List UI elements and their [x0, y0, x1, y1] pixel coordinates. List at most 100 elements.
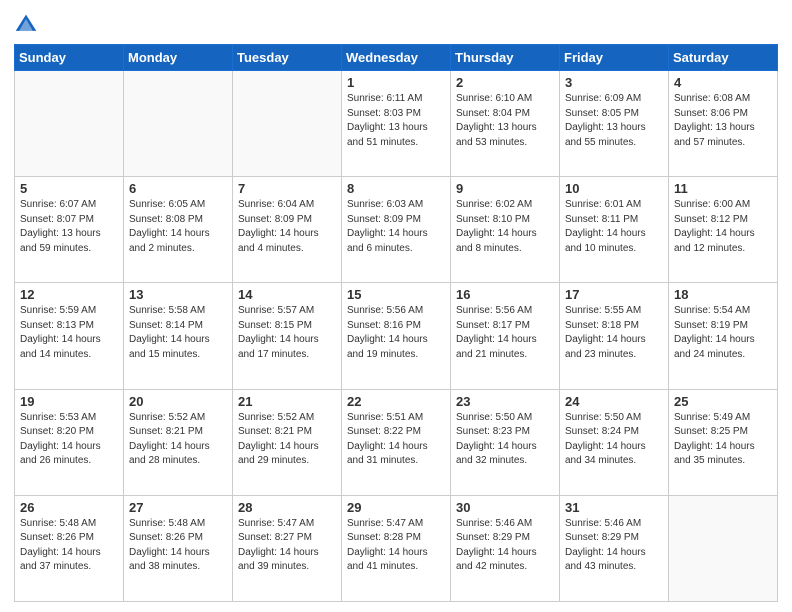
- day-info: Sunrise: 5:47 AM Sunset: 8:27 PM Dayligh…: [238, 517, 336, 575]
- day-info: Sunrise: 6:03 AM Sunset: 8:09 PM Dayligh…: [347, 198, 445, 256]
- calendar-cell: 20Sunrise: 5:52 AM Sunset: 8:21 PM Dayli…: [124, 389, 233, 495]
- calendar-cell: 3 Sunrise: 6:09 AM Sunset: 8:05 PM Daylig…: [560, 71, 669, 177]
- logo-icon: [14, 12, 38, 36]
- calendar-cell: 10 Sunrise: 6:01 AM Sunset: 8:11 PM Dayli…: [560, 177, 669, 283]
- day-number: 22: [347, 394, 445, 409]
- calendar-cell: 21 Sunrise: 5:52 AM Sunset: 8:21 PM Dayli…: [233, 389, 342, 495]
- day-number: 18: [674, 287, 772, 302]
- calendar-cell: 6 Sunrise: 6:05 AM Sunset: 8:08 PM Daylig…: [124, 177, 233, 283]
- day-info: Sunrise: 6:11 AM Sunset: 8:03 PM Dayligh…: [347, 92, 445, 150]
- day-number: 7: [238, 181, 336, 196]
- calendar-cell: [669, 495, 778, 601]
- day-number: 13: [129, 287, 227, 302]
- day-number: 3: [565, 75, 663, 90]
- calendar-cell: 25 Sunrise: 5:49 AM Sunset: 8:25 PM Dayli…: [669, 389, 778, 495]
- calendar-cell: 22 Sunrise: 5:51 AM Sunset: 8:22 PM Dayli…: [342, 389, 451, 495]
- day-number: 1: [347, 75, 445, 90]
- calendar-cell: 31 Sunrise: 5:46 AM Sunset: 8:29 PM Dayli…: [560, 495, 669, 601]
- day-info: Sunrise: 5:56 AM Sunset: 8:17 PM Dayligh…: [456, 304, 554, 362]
- calendar-cell: 19 Sunrise: 5:53 AM Sunset: 8:20 PM Dayli…: [15, 389, 124, 495]
- day-info: Sunrise: 5:54 AM Sunset: 8:19 PM Dayligh…: [674, 304, 772, 362]
- day-info: Sunrise: 6:04 AM Sunset: 8:09 PM Dayligh…: [238, 198, 336, 256]
- day-number: 11: [674, 181, 772, 196]
- calendar-cell: [15, 71, 124, 177]
- day-info: Sunrise: 6:10 AM Sunset: 8:04 PM Dayligh…: [456, 92, 554, 150]
- calendar-cell: 12Sunrise: 5:59 AM Sunset: 8:13 PM Dayli…: [15, 283, 124, 389]
- day-info: Sunrise: 6:00 AM Sunset: 8:12 PM Dayligh…: [674, 198, 772, 256]
- dow-header-thursday: Thursday: [451, 45, 560, 71]
- calendar-cell: 27 Sunrise: 5:48 AM Sunset: 8:26 PM Dayli…: [124, 495, 233, 601]
- day-info: Sunrise: 5:47 AM Sunset: 8:28 PM Dayligh…: [347, 517, 445, 575]
- calendar-cell: 2 Sunrise: 6:10 AM Sunset: 8:04 PM Daylig…: [451, 71, 560, 177]
- day-number: 5: [20, 181, 118, 196]
- day-info: Sunrise: 6:01 AM Sunset: 8:11 PM Dayligh…: [565, 198, 663, 256]
- calendar-cell: [233, 71, 342, 177]
- day-number: 15: [347, 287, 445, 302]
- day-number: 19: [20, 394, 118, 409]
- day-number: 27: [129, 500, 227, 515]
- day-number: 17: [565, 287, 663, 302]
- header: [14, 12, 778, 36]
- day-info: Sunrise: 5:51 AM Sunset: 8:22 PM Dayligh…: [347, 411, 445, 469]
- day-info: Sunrise: 6:07 AM Sunset: 8:07 PM Dayligh…: [20, 198, 118, 256]
- day-info: Sunrise: 5:50 AM Sunset: 8:23 PM Dayligh…: [456, 411, 554, 469]
- calendar-cell: 29 Sunrise: 5:47 AM Sunset: 8:28 PM Dayli…: [342, 495, 451, 601]
- day-info: Sunrise: 6:05 AM Sunset: 8:08 PM Dayligh…: [129, 198, 227, 256]
- day-info: Sunrise: 5:52 AM Sunset: 8:21 PM Dayligh…: [129, 411, 227, 469]
- day-number: 30: [456, 500, 554, 515]
- calendar-cell: 16Sunrise: 5:56 AM Sunset: 8:17 PM Dayli…: [451, 283, 560, 389]
- calendar-cell: 5 Sunrise: 6:07 AM Sunset: 8:07 PM Daylig…: [15, 177, 124, 283]
- day-info: Sunrise: 5:46 AM Sunset: 8:29 PM Dayligh…: [456, 517, 554, 575]
- day-number: 4: [674, 75, 772, 90]
- dow-header-wednesday: Wednesday: [342, 45, 451, 71]
- day-info: Sunrise: 5:49 AM Sunset: 8:25 PM Dayligh…: [674, 411, 772, 469]
- calendar-cell: 13 Sunrise: 5:58 AM Sunset: 8:14 PM Dayli…: [124, 283, 233, 389]
- day-number: 10: [565, 181, 663, 196]
- day-info: Sunrise: 5:48 AM Sunset: 8:26 PM Dayligh…: [129, 517, 227, 575]
- calendar-cell: 28 Sunrise: 5:47 AM Sunset: 8:27 PM Dayli…: [233, 495, 342, 601]
- calendar-table: SundayMondayTuesdayWednesdayThursdayFrid…: [14, 44, 778, 602]
- day-number: 28: [238, 500, 336, 515]
- calendar-cell: 26Sunrise: 5:48 AM Sunset: 8:26 PM Dayli…: [15, 495, 124, 601]
- day-info: Sunrise: 5:48 AM Sunset: 8:26 PM Dayligh…: [20, 517, 118, 575]
- day-number: 14: [238, 287, 336, 302]
- dow-header-tuesday: Tuesday: [233, 45, 342, 71]
- day-info: Sunrise: 5:57 AM Sunset: 8:15 PM Dayligh…: [238, 304, 336, 362]
- logo: [14, 12, 42, 36]
- page: SundayMondayTuesdayWednesdayThursdayFrid…: [0, 0, 792, 612]
- calendar-week-1: 1 Sunrise: 6:11 AM Sunset: 8:03 PM Daylig…: [15, 71, 778, 177]
- day-info: Sunrise: 6:09 AM Sunset: 8:05 PM Dayligh…: [565, 92, 663, 150]
- calendar-cell: 8Sunrise: 6:03 AM Sunset: 8:09 PM Daylig…: [342, 177, 451, 283]
- day-number: 25: [674, 394, 772, 409]
- day-info: Sunrise: 5:52 AM Sunset: 8:21 PM Dayligh…: [238, 411, 336, 469]
- calendar-week-4: 19 Sunrise: 5:53 AM Sunset: 8:20 PM Dayli…: [15, 389, 778, 495]
- day-number: 31: [565, 500, 663, 515]
- calendar-cell: 17 Sunrise: 5:55 AM Sunset: 8:18 PM Dayli…: [560, 283, 669, 389]
- dow-header-friday: Friday: [560, 45, 669, 71]
- calendar-cell: 4Sunrise: 6:08 AM Sunset: 8:06 PM Daylig…: [669, 71, 778, 177]
- calendar-body: 1 Sunrise: 6:11 AM Sunset: 8:03 PM Daylig…: [15, 71, 778, 602]
- day-info: Sunrise: 5:46 AM Sunset: 8:29 PM Dayligh…: [565, 517, 663, 575]
- calendar-cell: 24 Sunrise: 5:50 AM Sunset: 8:24 PM Dayli…: [560, 389, 669, 495]
- calendar-cell: 11 Sunrise: 6:00 AM Sunset: 8:12 PM Dayli…: [669, 177, 778, 283]
- calendar-cell: 14 Sunrise: 5:57 AM Sunset: 8:15 PM Dayli…: [233, 283, 342, 389]
- day-number: 24: [565, 394, 663, 409]
- calendar-cell: 23 Sunrise: 5:50 AM Sunset: 8:23 PM Dayli…: [451, 389, 560, 495]
- day-number: 6: [129, 181, 227, 196]
- day-of-week-row: SundayMondayTuesdayWednesdayThursdayFrid…: [15, 45, 778, 71]
- day-info: Sunrise: 5:58 AM Sunset: 8:14 PM Dayligh…: [129, 304, 227, 362]
- day-number: 29: [347, 500, 445, 515]
- calendar-cell: 15Sunrise: 5:56 AM Sunset: 8:16 PM Dayli…: [342, 283, 451, 389]
- calendar-cell: [124, 71, 233, 177]
- day-info: Sunrise: 5:55 AM Sunset: 8:18 PM Dayligh…: [565, 304, 663, 362]
- dow-header-monday: Monday: [124, 45, 233, 71]
- dow-header-saturday: Saturday: [669, 45, 778, 71]
- day-info: Sunrise: 5:50 AM Sunset: 8:24 PM Dayligh…: [565, 411, 663, 469]
- day-number: 2: [456, 75, 554, 90]
- calendar-cell: 30 Sunrise: 5:46 AM Sunset: 8:29 PM Dayli…: [451, 495, 560, 601]
- day-number: 21: [238, 394, 336, 409]
- day-number: 23: [456, 394, 554, 409]
- day-info: Sunrise: 5:53 AM Sunset: 8:20 PM Dayligh…: [20, 411, 118, 469]
- day-number: 12: [20, 287, 118, 302]
- calendar-cell: 7 Sunrise: 6:04 AM Sunset: 8:09 PM Daylig…: [233, 177, 342, 283]
